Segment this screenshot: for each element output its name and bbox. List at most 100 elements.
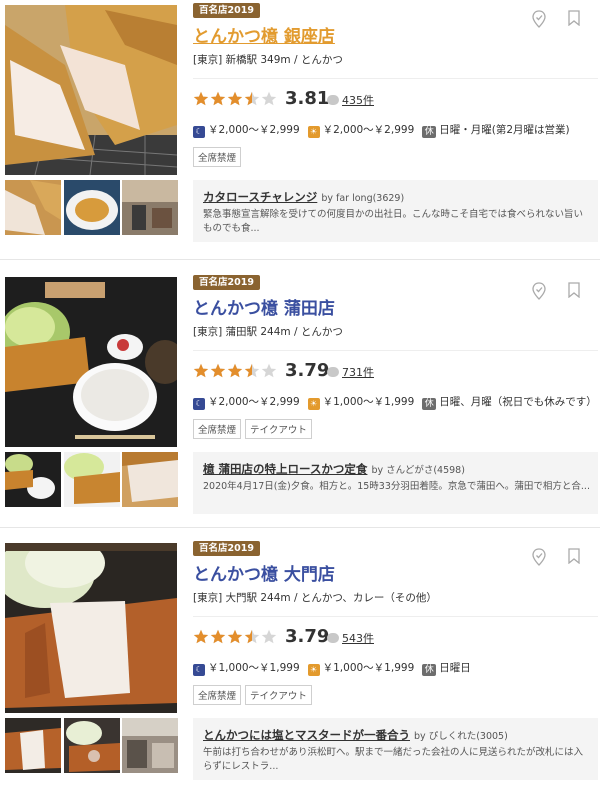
main-photo[interactable] [5,277,177,447]
bookmark-icon[interactable] [568,10,586,30]
thumbnail-photo[interactable] [64,452,120,507]
star-icon [193,363,209,378]
comment-icon [327,95,339,105]
moon-icon: ☾ [193,398,205,410]
comment-icon [327,633,339,643]
star-icon [261,363,277,378]
star-icon [227,363,243,378]
review-snippet[interactable]: カタロースチャレンジ by far long(3629) 緊急事態宣言解除を受け… [193,180,598,242]
bookmark-icon[interactable] [568,548,586,568]
thumbnail-photo[interactable] [122,180,178,235]
review-author: by ぴしくれた(3005) [414,731,508,742]
area-genre: [東京] 大門駅 244m / とんかつ、カレー（その他） [193,592,437,604]
star-icon [210,363,226,378]
award-badge: 百名店2019 [193,541,260,556]
review-author: by さんどがさ(4598) [371,465,465,476]
divider [193,78,598,79]
restaurant-name[interactable]: とんかつ檍 大門店 [193,560,335,585]
star-icon [244,91,260,106]
review-count-link[interactable]: 543件 [327,630,374,646]
holiday-text: 日曜日 [439,662,471,674]
star-icon [210,629,226,644]
lunch-budget: ￥2,000～￥2,999 [322,124,415,136]
restaurant-card: 百名店2019 とんかつ檍 銀座店 [東京] 新橋駅 349m / とんかつ 3… [0,0,600,250]
moon-icon: ☾ [193,664,205,676]
map-pin-icon[interactable] [532,548,550,568]
star-icon [244,363,260,378]
restaurant-card: 百名店2019 とんかつ檍 大門店 [東京] 大門駅 244m / とんかつ、カ… [0,538,600,788]
budget-row: ☾ ￥2,000～￥2,999 ☀ ￥1,000～￥1,999 休日曜、月曜（祝日でも休… [193,394,597,410]
divider [0,527,600,528]
area-genre: [東京] 蒲田駅 244m / とんかつ [193,326,343,338]
sun-icon: ☀ [307,664,320,676]
tag: テイクアウト [245,685,312,705]
tag: テイクアウト [245,419,312,439]
star-icon [261,91,277,106]
review-snippet[interactable]: 檍 蒲田店の特上ロースかつ定食 by さんどがさ(4598) 2020年4月17… [193,452,598,514]
thumbnail-photo[interactable] [122,718,178,773]
lunch-budget: ￥1,000～￥1,999 [322,662,415,674]
main-photo[interactable] [5,5,177,175]
review-title[interactable]: 檍 蒲田店の特上ロースかつ定食 [203,462,367,476]
tag: 全席禁煙 [193,419,242,439]
bookmark-icon[interactable] [568,282,586,302]
area-genre: [東京] 新橋駅 349m / とんかつ [193,54,343,66]
map-pin-icon[interactable] [532,282,550,302]
star-rating [193,90,283,110]
review-body: 2020年4月17日(金)夕食。相方と。15時33分羽田着陸。京急で蒲田へ。蒲田… [203,481,590,492]
review-body: 午前は打ち合わせがあり浜松町へ。駅まで一緒だった会社の人に見送られたが改札には入… [203,747,584,772]
restaurant-list: 百名店2019 とんかつ檍 銀座店 [東京] 新橋駅 349m / とんかつ 3… [0,0,600,788]
review-author: by far long(3629) [321,193,405,204]
thumbnail-photo[interactable] [5,718,61,773]
holiday-label: 休 [422,664,437,676]
budget-row: ☾ ￥2,000～￥2,999 ☀ ￥2,000～￥2,999 休日曜・月曜(第2月曜は… [193,122,570,138]
review-title[interactable]: カタロースチャレンジ [203,190,317,204]
tag: 全席禁煙 [193,685,242,705]
holiday-text: 日曜、月曜（祝日でも休みです） [439,396,597,408]
thumbnail-photo[interactable] [64,718,120,773]
review-count-link[interactable]: 731件 [327,364,374,380]
tag-list: 全席禁煙 テイクアウト [193,684,316,705]
map-pin-icon[interactable] [532,10,550,30]
tag: 全席禁煙 [193,147,242,167]
divider [193,616,598,617]
divider [0,259,600,260]
thumbnail-photo[interactable] [122,452,178,507]
star-icon [193,629,209,644]
star-icon [261,629,277,644]
star-icon [244,629,260,644]
tag-list: 全席禁煙 テイクアウト [193,418,316,439]
dinner-budget: ￥1,000～￥1,999 [208,662,300,674]
main-photo[interactable] [5,543,177,713]
restaurant-card: 百名店2019 とんかつ檍 蒲田店 [東京] 蒲田駅 244m / とんかつ 3… [0,272,600,522]
rating-score: 3.81 [285,88,330,109]
star-icon [193,91,209,106]
budget-row: ☾ ￥1,000～￥1,999 ☀ ￥1,000～￥1,999 休日曜日 [193,660,471,676]
holiday-label: 休 [422,126,437,138]
star-rating [193,628,283,648]
restaurant-name[interactable]: とんかつ檍 銀座店 [193,22,335,47]
rating-score: 3.79 [285,360,330,381]
award-badge: 百名店2019 [193,3,260,18]
star-icon [210,91,226,106]
tag-list: 全席禁煙 [193,146,245,167]
star-rating [193,362,283,382]
divider [193,350,598,351]
sun-icon: ☀ [307,398,320,410]
holiday-text: 日曜・月曜(第2月曜は営業) [439,124,570,136]
star-icon [227,91,243,106]
thumbnail-photo[interactable] [5,180,61,235]
review-body: 緊急事態宣言解除を受けての何度目かの出社日。こんな時こそ自宅では食べられない旨い… [203,209,584,234]
moon-icon: ☾ [193,126,205,138]
restaurant-name[interactable]: とんかつ檍 蒲田店 [193,294,335,319]
star-icon [227,629,243,644]
comment-icon [327,367,339,377]
holiday-label: 休 [422,398,437,410]
thumbnail-photo[interactable] [5,452,61,507]
review-snippet[interactable]: とんかつには塩とマスタードが一番合う by ぴしくれた(3005) 午前は打ち合… [193,718,598,780]
dinner-budget: ￥2,000～￥2,999 [208,396,300,408]
review-title[interactable]: とんかつには塩とマスタードが一番合う [203,728,410,742]
review-count-link[interactable]: 435件 [327,92,374,108]
rating-score: 3.79 [285,626,330,647]
thumbnail-photo[interactable] [64,180,120,235]
